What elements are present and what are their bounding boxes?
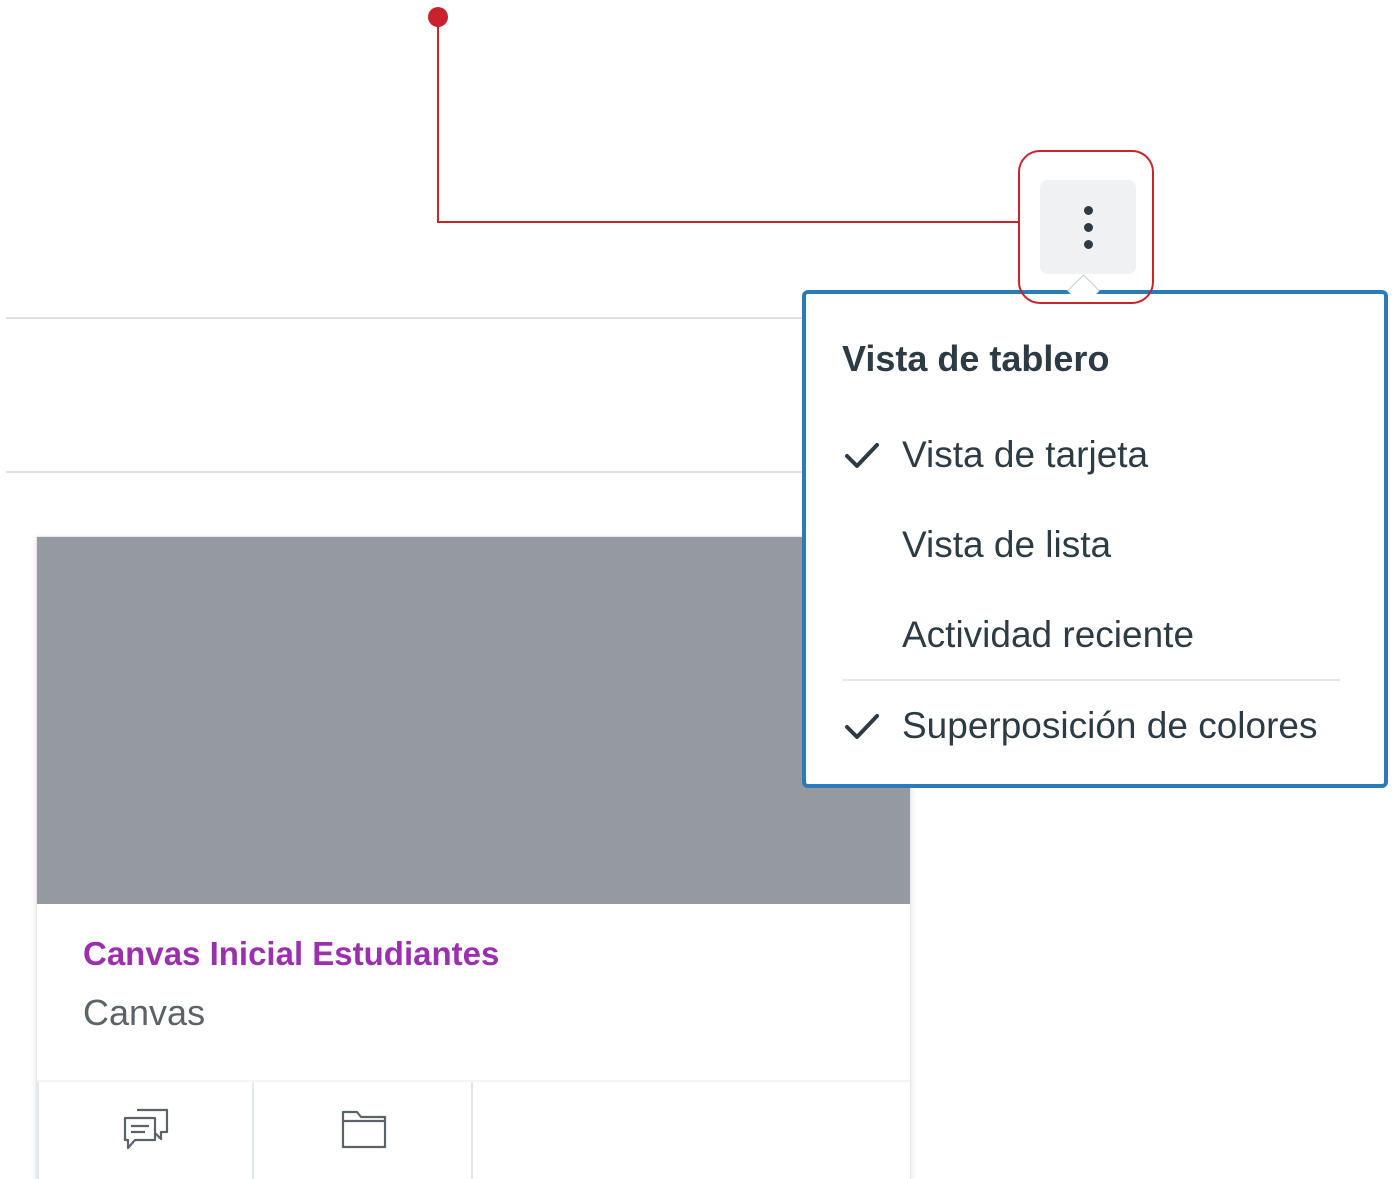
menu-item-recent-activity[interactable]: Actividad reciente xyxy=(842,607,1352,663)
course-card-hero[interactable] xyxy=(37,537,910,904)
kebab-icon xyxy=(1083,202,1093,253)
menu-item-label: Vista de tarjeta xyxy=(902,434,1149,475)
menu-item-card-view[interactable]: Vista de tarjeta xyxy=(842,427,1352,483)
menu-item-list-view[interactable]: Vista de lista xyxy=(842,517,1352,573)
menu-divider xyxy=(842,679,1340,681)
course-card-title[interactable]: Canvas Inicial Estudiantes xyxy=(83,935,499,973)
dashboard-screen: Vista de tablero Vista de tarjeta Vista … xyxy=(0,0,1392,1179)
discussions-button[interactable] xyxy=(37,1082,254,1179)
callout-line-vertical xyxy=(437,20,439,223)
discussions-icon xyxy=(121,1106,171,1179)
dashboard-options-button[interactable] xyxy=(1040,180,1136,274)
files-icon xyxy=(340,1106,388,1179)
callout-line-horizontal xyxy=(437,221,1019,223)
checkmark-icon xyxy=(842,435,902,475)
menu-item-color-overlay[interactable]: Superposición de colores xyxy=(842,698,1352,754)
header-divider xyxy=(6,317,806,319)
course-card-actions xyxy=(37,1080,910,1179)
content-divider xyxy=(6,471,806,473)
dashboard-view-menu: Vista de tablero Vista de tarjeta Vista … xyxy=(802,290,1388,788)
files-button[interactable] xyxy=(256,1082,473,1179)
menu-heading: Vista de tablero xyxy=(842,338,1110,379)
menu-item-label: Superposición de colores xyxy=(902,705,1318,746)
course-card: Canvas Inicial Estudiantes Canvas xyxy=(36,536,911,1179)
menu-item-label: Actividad reciente xyxy=(902,614,1195,655)
course-card-subtitle: Canvas xyxy=(83,992,206,1033)
menu-item-label: Vista de lista xyxy=(902,524,1112,565)
checkmark-icon xyxy=(842,706,902,746)
